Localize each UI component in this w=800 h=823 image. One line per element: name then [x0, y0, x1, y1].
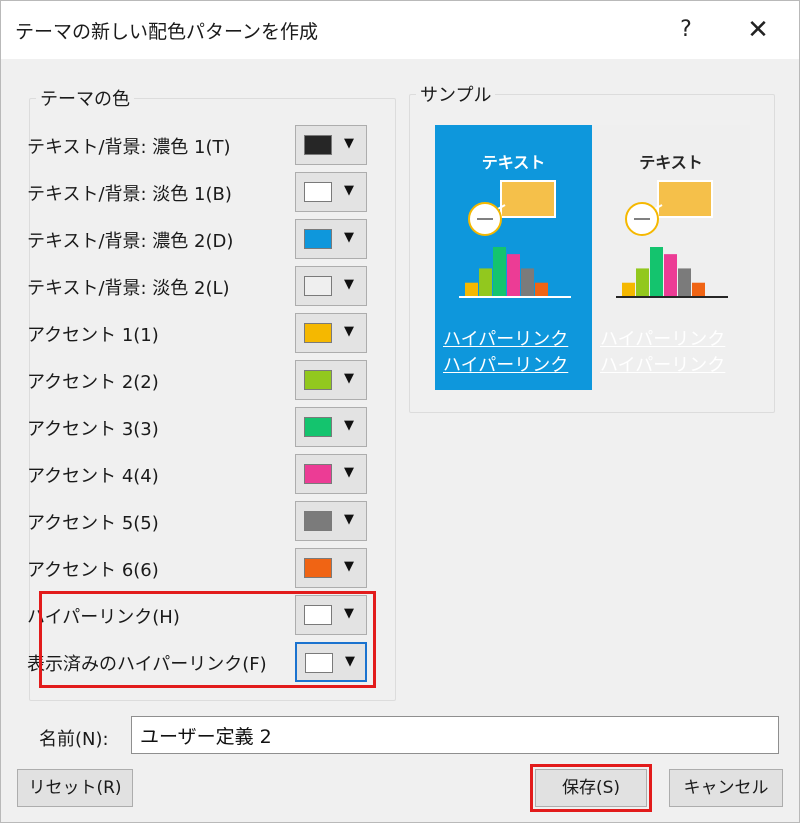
- sample-chart-bar: [622, 282, 635, 297]
- color-swatch: [304, 182, 332, 202]
- dropdown-arrow-icon: ▼: [344, 512, 354, 527]
- sample-rectangle-shape: [500, 180, 556, 218]
- dropdown-arrow-icon: ▼: [344, 136, 354, 151]
- dropdown-arrow-icon: ▼: [344, 324, 354, 339]
- sample-text-light: テキスト: [639, 153, 703, 172]
- sample-chart-bar: [521, 268, 534, 297]
- color-swatch: [304, 370, 332, 390]
- sample-chart-bar: [692, 282, 705, 297]
- color-swatch: [304, 417, 332, 437]
- dropdown-arrow-icon: ▼: [344, 371, 354, 386]
- sample-preview-dark: テキスト ハイパーリンク ハイパーリンク: [435, 125, 592, 390]
- dropdown-arrow-icon: ▼: [344, 418, 354, 433]
- cancel-button[interactable]: キャンセル: [669, 769, 783, 807]
- help-button[interactable]: ?: [669, 13, 703, 47]
- sample-preview-light: テキスト ハイパーリンク ハイパーリンク: [592, 125, 750, 390]
- dropdown-arrow-icon: ▼: [344, 559, 354, 574]
- theme-color-label: テキスト/背景: 濃色 1(T): [27, 137, 231, 158]
- sample-visited-hyperlink-light: ハイパーリンク: [600, 355, 726, 376]
- sample-chart-bar: [493, 247, 506, 297]
- sample-shapes-dark: [459, 180, 571, 298]
- sample-rectangle-shape: [657, 180, 713, 218]
- sample-chart-bar: [465, 282, 478, 297]
- hyperlink-rows-highlight: [39, 591, 376, 688]
- dropdown-arrow-icon: ▼: [344, 183, 354, 198]
- theme-color-row: アクセント 5(5) ▼: [27, 501, 367, 541]
- name-input[interactable]: [131, 716, 779, 754]
- theme-color-label: アクセント 3(3): [27, 419, 159, 440]
- theme-color-row: テキスト/背景: 濃色 1(T) ▼: [27, 125, 367, 165]
- sample-text-dark: テキスト: [481, 153, 546, 172]
- color-picker-button[interactable]: ▼: [295, 407, 367, 447]
- color-picker-button[interactable]: ▼: [295, 219, 367, 259]
- dialog-title: テーマの新しい配色パターンを作成: [15, 21, 319, 43]
- theme-color-label: アクセント 2(2): [27, 372, 159, 393]
- theme-color-row: テキスト/背景: 淡色 1(B) ▼: [27, 172, 367, 212]
- color-picker-button[interactable]: ▼: [295, 313, 367, 353]
- save-button[interactable]: 保存(S): [535, 769, 647, 807]
- sample-shapes-light: [616, 180, 728, 298]
- sample-chart-bar: [650, 247, 663, 297]
- color-swatch: [304, 511, 332, 531]
- color-swatch: [304, 276, 332, 296]
- color-picker-button[interactable]: ▼: [295, 172, 367, 212]
- reset-button[interactable]: リセット(R): [17, 769, 133, 807]
- theme-color-label: テキスト/背景: 淡色 2(L): [27, 278, 230, 299]
- color-picker-button[interactable]: ▼: [295, 266, 367, 306]
- theme-color-label: アクセント 5(5): [27, 513, 159, 534]
- sample-legend: サンプル: [420, 85, 492, 106]
- theme-colors-legend: テーマの色: [40, 89, 130, 110]
- theme-color-label: アクセント 4(4): [27, 466, 159, 487]
- theme-color-row: アクセント 6(6) ▼: [27, 548, 367, 588]
- sample-chart-bar: [664, 254, 677, 297]
- color-picker-button[interactable]: ▼: [295, 454, 367, 494]
- color-picker-button[interactable]: ▼: [295, 360, 367, 400]
- sample-chart-bar: [636, 268, 649, 297]
- color-picker-button[interactable]: ▼: [295, 501, 367, 541]
- theme-color-row: アクセント 1(1) ▼: [27, 313, 367, 353]
- dropdown-arrow-icon: ▼: [344, 230, 354, 245]
- sample-visited-hyperlink-dark: ハイパーリンク: [443, 355, 569, 376]
- theme-color-row: テキスト/背景: 淡色 2(L) ▼: [27, 266, 367, 306]
- create-theme-colors-dialog: テーマの新しい配色パターンを作成 ? ✕ テーマの色 テキスト/背景: 濃色 1…: [0, 0, 800, 823]
- color-swatch: [304, 464, 332, 484]
- sample-chart-bar: [507, 254, 520, 297]
- dropdown-arrow-icon: ▼: [344, 277, 354, 292]
- theme-color-row: アクセント 2(2) ▼: [27, 360, 367, 400]
- theme-color-row: アクセント 3(3) ▼: [27, 407, 367, 447]
- color-swatch: [304, 229, 332, 249]
- sample-hyperlink-light: ハイパーリンク: [600, 329, 726, 350]
- theme-color-row: テキスト/背景: 濃色 2(D) ▼: [27, 219, 367, 259]
- close-button[interactable]: ✕: [741, 13, 775, 47]
- sample-chart-bar: [678, 268, 691, 297]
- theme-color-label: アクセント 6(6): [27, 560, 159, 581]
- theme-color-label: テキスト/背景: 淡色 1(B): [27, 184, 232, 205]
- color-swatch: [304, 323, 332, 343]
- color-swatch: [304, 558, 332, 578]
- theme-color-label: テキスト/背景: 濃色 2(D): [27, 231, 234, 252]
- name-label: 名前(N):: [39, 729, 109, 750]
- color-picker-button[interactable]: ▼: [295, 548, 367, 588]
- sample-hyperlink-dark: ハイパーリンク: [443, 329, 569, 350]
- sample-chart-bar: [535, 282, 548, 297]
- theme-color-row: アクセント 4(4) ▼: [27, 454, 367, 494]
- theme-color-label: アクセント 1(1): [27, 325, 159, 346]
- color-swatch: [304, 135, 332, 155]
- sample-chart-bar: [479, 268, 492, 297]
- dropdown-arrow-icon: ▼: [344, 465, 354, 480]
- title-bar: テーマの新しい配色パターンを作成 ? ✕: [1, 1, 799, 59]
- color-picker-button[interactable]: ▼: [295, 125, 367, 165]
